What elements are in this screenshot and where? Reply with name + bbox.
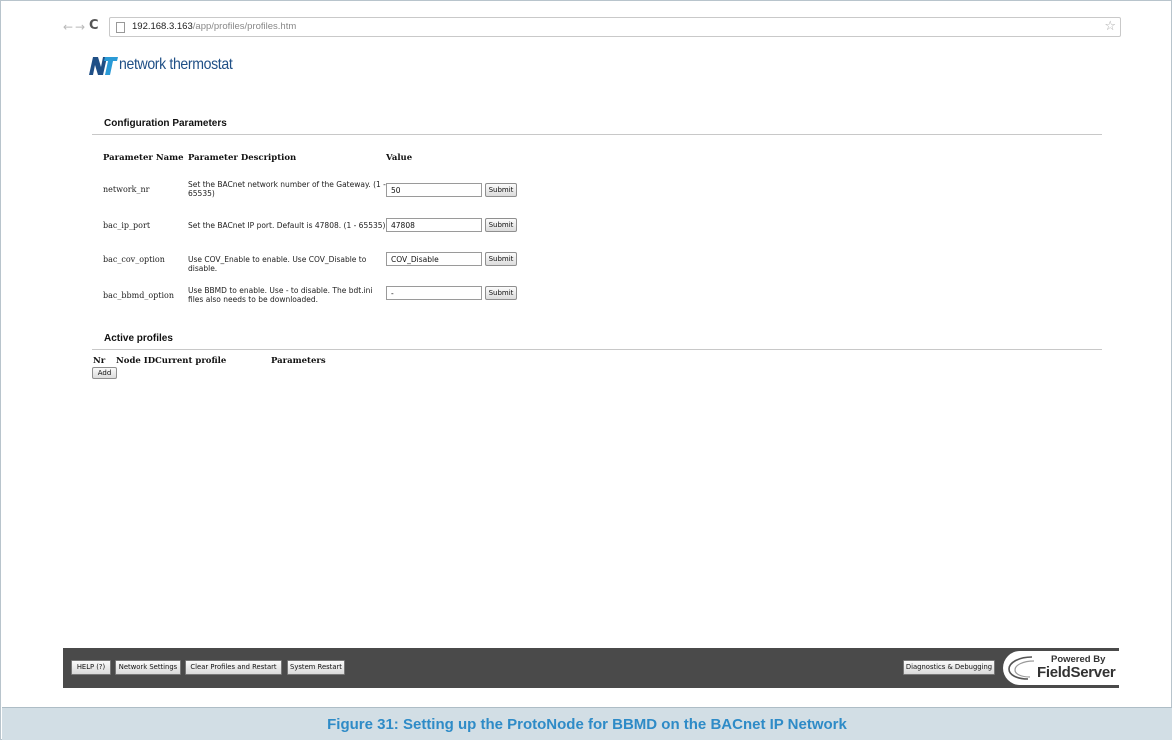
- diagnostics-button[interactable]: Diagnostics & Debugging: [903, 660, 995, 675]
- param-name: bac_ip_port: [103, 221, 151, 230]
- figure-caption: Figure 31: Setting up the ProtoNode for …: [327, 716, 847, 733]
- header-parameter-description: Parameter Description: [188, 153, 297, 163]
- param-value-input[interactable]: COV_Disable: [386, 252, 482, 266]
- param-description: Use BBMD to enable. Use - to disable. Th…: [188, 286, 373, 304]
- clear-profiles-button[interactable]: Clear Profiles and Restart: [185, 660, 282, 675]
- url-host: 192.168.3.163: [132, 21, 193, 32]
- profiles-section-title: Active profiles: [104, 333, 173, 344]
- system-restart-button[interactable]: System Restart: [287, 660, 345, 675]
- add-profile-button[interactable]: Add: [92, 367, 117, 379]
- logo-text: network thermostat: [119, 56, 233, 73]
- swoosh-icon: [1008, 656, 1035, 680]
- url-text: 192.168.3.163/app/profiles/profiles.htm: [132, 21, 296, 32]
- param-value-input[interactable]: 50: [386, 183, 482, 197]
- header-value: Value: [386, 153, 413, 163]
- forward-arrow-icon[interactable]: →: [75, 20, 85, 34]
- header-nr: Nr: [93, 356, 106, 366]
- profiles-divider: [92, 349, 1102, 350]
- page-icon: [116, 22, 125, 33]
- submit-button[interactable]: Submit: [485, 252, 517, 266]
- footer-bar: HELP (?) Network Settings Clear Profiles…: [63, 648, 1119, 688]
- param-value-input[interactable]: 47808: [386, 218, 482, 232]
- url-field[interactable]: 192.168.3.163/app/profiles/profiles.htm …: [109, 17, 1121, 37]
- param-description: Set the BACnet IP port. Default is 47808…: [188, 221, 386, 230]
- submit-button[interactable]: Submit: [485, 286, 517, 300]
- submit-button[interactable]: Submit: [485, 218, 517, 232]
- bookmark-star-icon[interactable]: ☆: [1104, 19, 1116, 35]
- submit-button[interactable]: Submit: [485, 183, 517, 197]
- fieldserver-text: FieldServer: [1037, 664, 1116, 681]
- browser-address-bar: ← → C 192.168.3.163/app/profiles/profile…: [63, 17, 1123, 39]
- param-name: network_nr: [103, 185, 150, 194]
- param-description: Set the BACnet network number of the Gat…: [188, 180, 386, 198]
- header-current-profile: Current profile: [155, 356, 227, 366]
- figure-frame: ← → C 192.168.3.163/app/profiles/profile…: [0, 0, 1172, 740]
- nt-logo-icon: [89, 57, 118, 75]
- config-divider: [92, 134, 1102, 135]
- config-section-title: Configuration Parameters: [104, 118, 227, 129]
- url-path: /app/profiles/profiles.htm: [192, 21, 297, 32]
- back-arrow-icon[interactable]: ←: [63, 20, 73, 34]
- reload-icon[interactable]: C: [89, 19, 99, 33]
- header-parameters: Parameters: [271, 356, 326, 366]
- fieldserver-logo: Powered By FieldServer: [1003, 651, 1119, 685]
- param-description: Use COV_Enable to enable. Use COV_Disabl…: [188, 255, 367, 273]
- network-settings-button[interactable]: Network Settings: [115, 660, 181, 675]
- param-name: bac_cov_option: [103, 255, 165, 264]
- help-button[interactable]: HELP (?): [71, 660, 111, 675]
- header-parameter-name: Parameter Name: [103, 153, 184, 163]
- caption-band: Figure 31: Setting up the ProtoNode for …: [2, 707, 1172, 740]
- param-name: bac_bbmd_option: [103, 291, 174, 300]
- param-value-input[interactable]: -: [386, 286, 482, 300]
- header-node-id: Node ID: [116, 356, 156, 366]
